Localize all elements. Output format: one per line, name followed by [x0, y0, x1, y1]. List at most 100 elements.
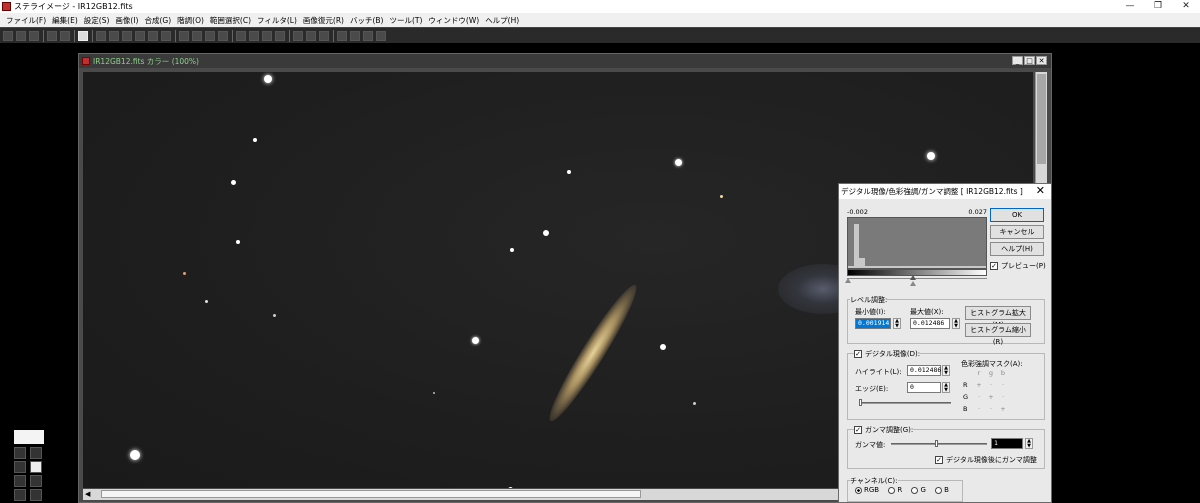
menu-tone[interactable]: 階調(O) — [174, 15, 207, 26]
gamma-slider-knob[interactable] — [935, 440, 938, 447]
ok-button[interactable]: OK — [990, 208, 1044, 222]
vertical-scroll-thumb[interactable] — [1037, 74, 1046, 164]
channel-b-option[interactable]: B — [935, 486, 949, 494]
save-as-icon[interactable] — [29, 30, 39, 41]
help-button[interactable]: ヘルプ(H) — [990, 242, 1044, 256]
crop-icon[interactable] — [96, 30, 106, 41]
image-close-button[interactable]: ✕ — [1036, 56, 1047, 65]
mask-cell[interactable]: + — [985, 393, 997, 401]
channel-options: RGB R G B — [855, 486, 949, 494]
histogram-min-label: -0.002 — [847, 208, 868, 216]
mask-cell[interactable]: · — [973, 393, 985, 401]
rotate-icon[interactable] — [109, 30, 119, 41]
channel-rgb-option[interactable]: RGB — [855, 486, 879, 494]
gamma-after-checkbox[interactable]: ✓ デジタル現像後にガンマ調整 — [935, 455, 1037, 465]
filter-icon[interactable] — [293, 30, 303, 41]
edit-icon[interactable] — [14, 489, 26, 501]
measure-icon[interactable] — [363, 30, 373, 41]
cancel-button[interactable]: キャンセル — [990, 225, 1044, 239]
menu-edit[interactable]: 編集(E) — [49, 15, 81, 26]
flip-icon[interactable] — [122, 30, 132, 41]
mask-cell[interactable]: · — [985, 405, 997, 413]
open-icon[interactable] — [3, 30, 13, 41]
gamma-checkbox[interactable]: ✓ ガンマ調整(G): — [854, 425, 914, 435]
max-value-input[interactable]: 0.012486 — [910, 318, 950, 329]
levels-icon[interactable] — [179, 30, 189, 41]
histogram-shrink-button[interactable]: ヒストグラム縮小(R) — [965, 323, 1031, 346]
edge-slider-track[interactable] — [859, 402, 951, 404]
mask-cell[interactable]: · — [973, 405, 985, 413]
preview-checkbox[interactable]: ✓ プレビュー(P) — [990, 261, 1046, 271]
zoom-icon[interactable] — [30, 461, 42, 473]
curve-icon[interactable] — [249, 30, 259, 41]
horizontal-scroll-thumb[interactable] — [101, 490, 641, 498]
image-minimize-button[interactable]: _ — [1012, 56, 1023, 65]
image-maximize-button[interactable]: □ — [1024, 56, 1035, 65]
channel-r-option[interactable]: R — [888, 486, 902, 494]
batch-icon[interactable] — [337, 30, 347, 41]
minimize-button[interactable]: — — [1116, 0, 1144, 13]
histogram-icon[interactable] — [236, 30, 246, 41]
min-value-spinner[interactable]: ▲ ▼ — [893, 318, 901, 329]
close-button[interactable]: ✕ — [1172, 0, 1200, 13]
menu-image[interactable]: 画像(I) — [112, 15, 141, 26]
select-lasso-icon[interactable] — [30, 447, 42, 459]
menu-batch[interactable]: バッチ(B) — [347, 15, 387, 26]
gamma-slider-track[interactable] — [891, 443, 987, 445]
color-icon[interactable] — [262, 30, 272, 41]
align-icon[interactable] — [148, 30, 158, 41]
target-icon[interactable] — [376, 30, 386, 41]
star-icon[interactable] — [218, 30, 228, 41]
undo-icon[interactable] — [47, 30, 57, 41]
mask-cell[interactable]: · — [997, 381, 1009, 389]
save-icon[interactable] — [16, 30, 26, 41]
menu-settings[interactable]: 設定(S) — [81, 15, 113, 26]
menu-help[interactable]: ヘルプ(H) — [482, 15, 522, 26]
menu-composite[interactable]: 合成(G) — [141, 15, 174, 26]
edge-slider-knob[interactable] — [859, 399, 862, 406]
channel-g-option[interactable]: G — [911, 486, 926, 494]
color-swatch[interactable] — [14, 430, 44, 444]
resize-icon[interactable] — [135, 30, 145, 41]
min-value-input[interactable]: 0.001914 — [855, 318, 891, 329]
histogram-min-marker[interactable] — [845, 278, 851, 283]
dots-icon[interactable] — [205, 30, 215, 41]
blur-icon[interactable] — [319, 30, 329, 41]
edge-spinner[interactable]: ▲ ▼ — [942, 382, 950, 393]
gamma-value-input[interactable]: 1 — [991, 438, 1023, 449]
dialog-close-icon[interactable]: ✕ — [1036, 185, 1045, 197]
digital-checkbox[interactable]: ✓ デジタル現像(D): — [854, 349, 921, 359]
highlight-input[interactable]: 0.012486 — [907, 365, 941, 376]
sphere-icon[interactable] — [275, 30, 285, 41]
info-icon[interactable] — [78, 30, 88, 41]
highlight-spinner[interactable]: ▲ ▼ — [942, 365, 950, 376]
menu-filter[interactable]: フィルタ(L) — [254, 15, 300, 26]
redo-icon[interactable] — [60, 30, 70, 41]
menu-selection[interactable]: 範囲選択(C) — [207, 15, 254, 26]
mask-cell[interactable]: + — [997, 405, 1009, 413]
grid-icon[interactable] — [192, 30, 202, 41]
sharpen-icon[interactable] — [306, 30, 316, 41]
hand-icon[interactable] — [14, 461, 26, 473]
histogram-expand-button[interactable]: ヒストグラム拡大(M) — [965, 306, 1031, 329]
select-rect-icon[interactable] — [14, 447, 26, 459]
menu-file[interactable]: ファイル(F) — [3, 15, 49, 26]
histogram-mid-marker[interactable] — [910, 275, 916, 280]
maximize-button[interactable]: ❐ — [1144, 0, 1172, 13]
menu-window[interactable]: ウィンドウ(W) — [425, 15, 482, 26]
sort-icon[interactable] — [350, 30, 360, 41]
mask-cell[interactable]: · — [985, 381, 997, 389]
menu-tools[interactable]: ツール(T) — [386, 15, 425, 26]
line-icon[interactable] — [30, 489, 42, 501]
mask-cell[interactable]: + — [973, 381, 985, 389]
eyedropper-icon[interactable] — [30, 475, 42, 487]
mask-cell[interactable]: · — [997, 393, 1009, 401]
stack-icon[interactable] — [161, 30, 171, 41]
edge-input[interactable]: 0 — [907, 382, 941, 393]
histogram-max-marker[interactable] — [910, 281, 916, 286]
gamma-spinner[interactable]: ▲ ▼ — [1025, 438, 1033, 449]
max-value-spinner[interactable]: ▲ ▼ — [952, 318, 960, 329]
menu-restore[interactable]: 画像復元(R) — [300, 15, 347, 26]
scroll-left-icon[interactable]: ◀ — [85, 490, 90, 498]
pen-icon[interactable] — [14, 475, 26, 487]
